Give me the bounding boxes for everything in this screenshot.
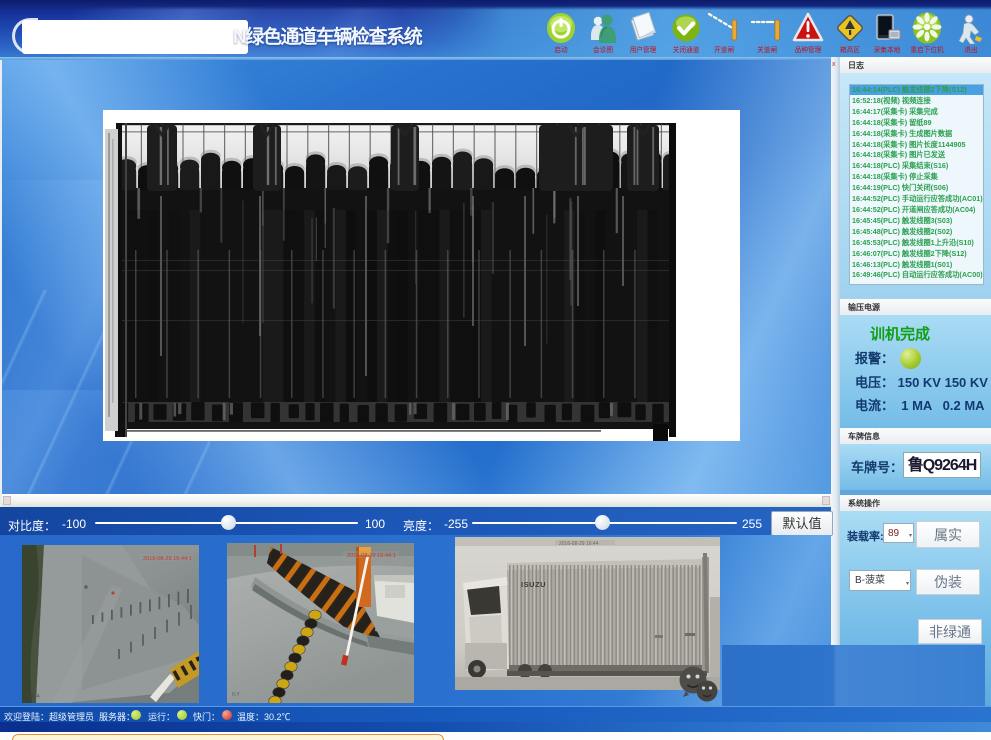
svg-text:ISUZU: ISUZU xyxy=(521,580,546,589)
svg-text:KY-4: KY-4 xyxy=(27,694,40,700)
svg-text:2016-08-29 16:44:1: 2016-08-29 16:44:1 xyxy=(347,553,396,559)
svg-text:2016-08-29 16:44:1: 2016-08-29 16:44:1 xyxy=(143,556,192,562)
svg-text:KY: KY xyxy=(232,692,240,698)
svg-text:2016-08-29 16:44: 2016-08-29 16:44 xyxy=(559,541,599,547)
